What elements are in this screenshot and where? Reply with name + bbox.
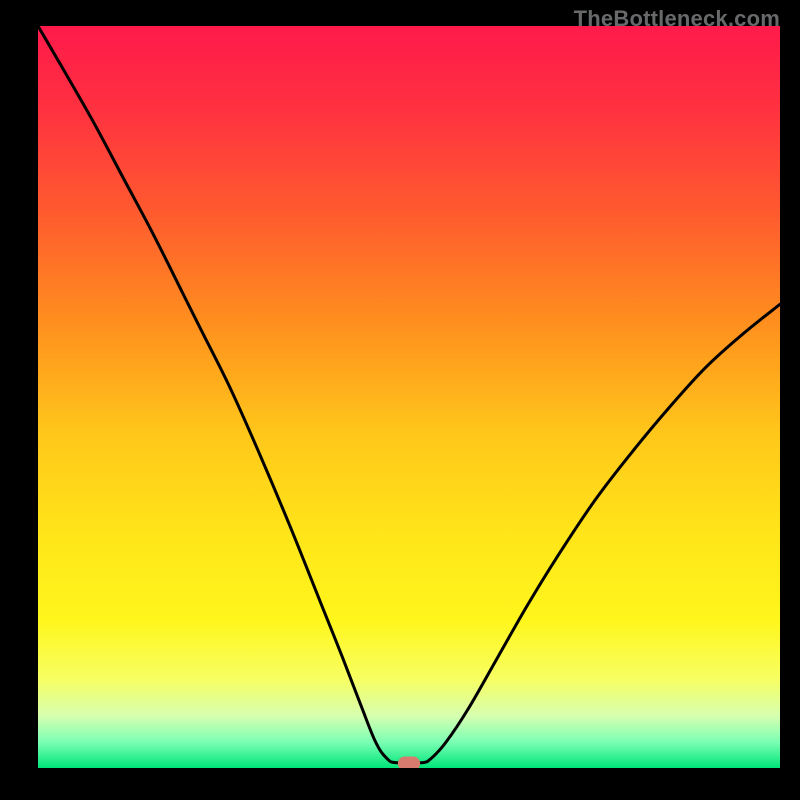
chart-frame: TheBottleneck.com	[0, 0, 800, 800]
gradient-background	[38, 26, 780, 768]
bottleneck-chart	[38, 26, 780, 768]
optimal-marker	[398, 757, 420, 768]
